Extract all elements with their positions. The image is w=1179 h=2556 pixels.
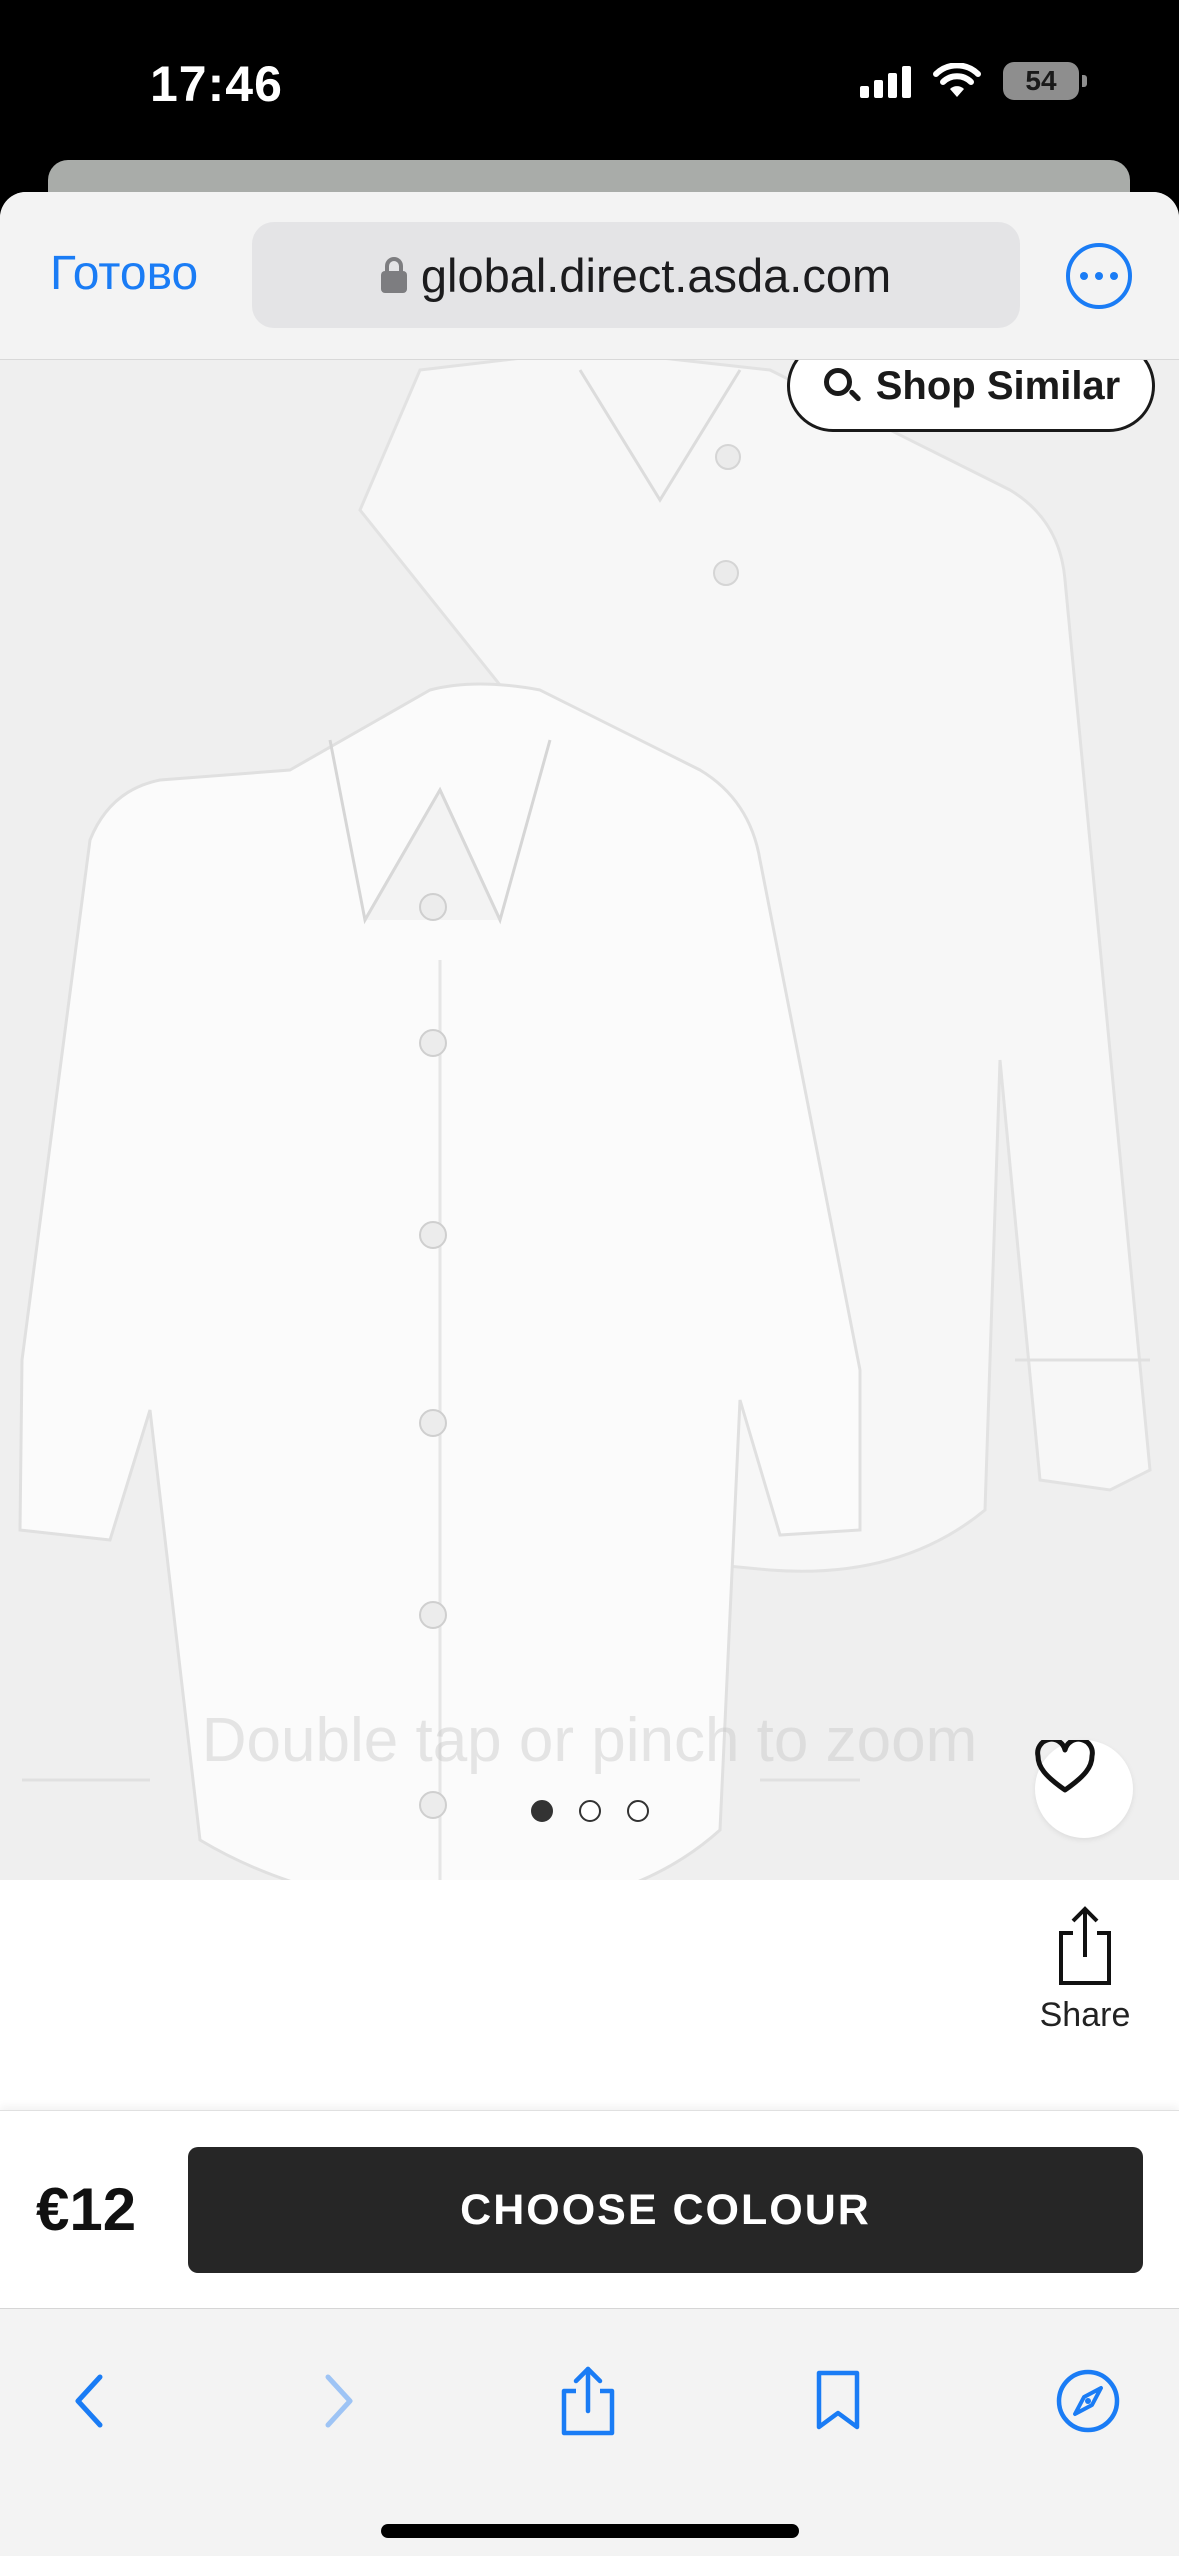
zoom-hint: Double tap or pinch to zoom <box>201 1706 978 1775</box>
status-icons: 54 <box>860 62 1087 100</box>
wifi-icon <box>933 63 981 97</box>
share-icon <box>561 2366 615 2436</box>
status-bar: 17:46 54 <box>0 0 1179 160</box>
favourite-button[interactable] <box>1035 1740 1133 1838</box>
shop-similar-label: Shop Similar <box>875 363 1121 408</box>
more-icon[interactable] <box>1066 243 1132 309</box>
carousel-dot[interactable] <box>578 1800 601 1822</box>
address-bar[interactable]: global.direct.asda.com <box>252 222 1020 328</box>
battery-icon: 54 <box>1003 62 1087 100</box>
back-button[interactable] <box>50 2361 130 2441</box>
bookmarks-icon <box>816 2370 860 2430</box>
heart-icon <box>1035 1740 1095 1793</box>
browser-sheet: Готово global.direct.asda.com Double tap… <box>0 192 1179 2556</box>
product-photo <box>18 360 1152 1880</box>
search-icon <box>822 366 862 406</box>
done-button[interactable]: Готово <box>50 246 198 301</box>
tabs-button[interactable] <box>1048 2361 1128 2441</box>
carousel-dot[interactable] <box>530 1800 553 1822</box>
share-row: Share <box>0 1880 1179 2110</box>
share-label: Share <box>1039 1996 1131 2034</box>
shop-similar-button[interactable]: Shop Similar <box>787 360 1155 432</box>
product-image-carousel[interactable]: Double tap or pinch to zoom Shop Similar <box>0 360 1179 1880</box>
share-icon <box>1059 1906 1111 1985</box>
share-button[interactable]: Share <box>1030 1905 1140 2035</box>
forward-icon <box>325 2374 353 2428</box>
carousel-dots <box>0 1800 1179 1822</box>
purchase-bar: €12 CHOOSE COLOUR <box>0 2110 1179 2308</box>
choose-colour-button[interactable]: CHOOSE COLOUR <box>188 2147 1143 2273</box>
browser-toolbar <box>0 2308 1179 2556</box>
forward-button[interactable] <box>298 2361 378 2441</box>
home-indicator[interactable] <box>381 2524 799 2538</box>
back-icon <box>75 2374 103 2428</box>
carousel-dot[interactable] <box>626 1800 649 1822</box>
battery-level: 54 <box>1025 65 1057 96</box>
signal-icon <box>860 64 911 98</box>
lock-icon <box>380 257 407 293</box>
browser-nav-bar: Готово global.direct.asda.com <box>0 192 1179 360</box>
status-time: 17:46 <box>150 56 283 112</box>
share-page-button[interactable] <box>548 2361 628 2441</box>
price: €12 <box>36 2176 137 2243</box>
compass-icon <box>1056 2369 1120 2433</box>
bookmarks-button[interactable] <box>798 2361 878 2441</box>
url-text: global.direct.asda.com <box>420 248 892 302</box>
